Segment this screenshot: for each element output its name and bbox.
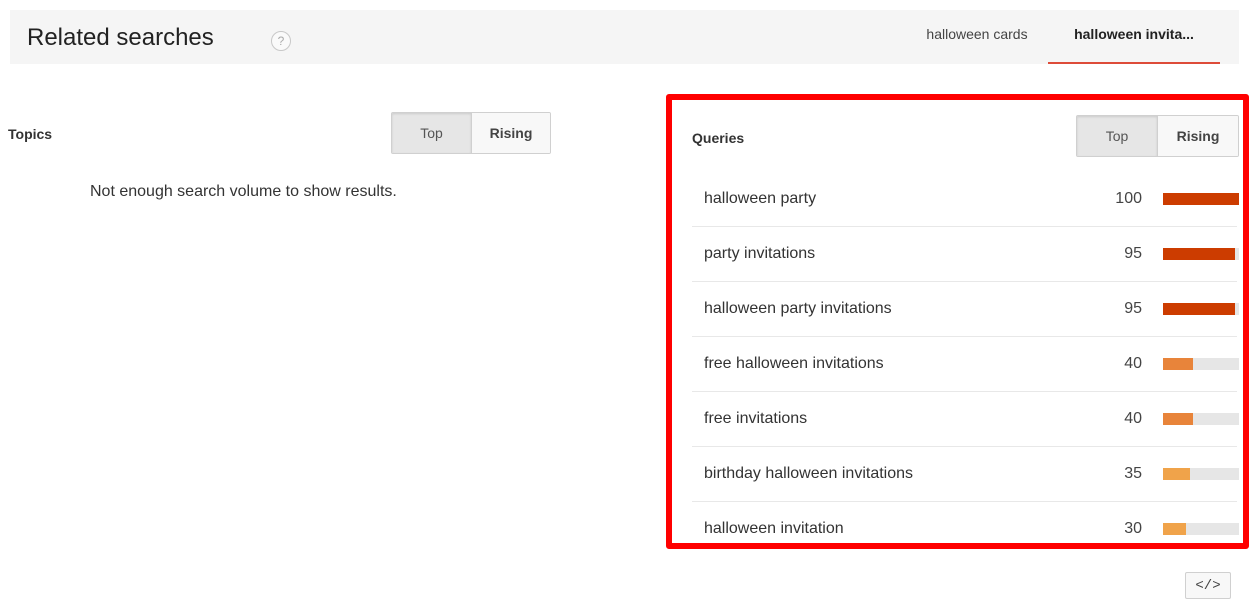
topics-top-button[interactable]: Top <box>392 113 471 153</box>
query-row[interactable]: halloween party invitations 95 <box>692 281 1239 336</box>
query-row[interactable]: free halloween invitations 40 <box>692 336 1239 391</box>
query-label[interactable]: halloween party invitations <box>704 282 892 336</box>
topics-toggle: Top Rising <box>391 112 551 154</box>
tab-halloween-invitations[interactable]: halloween invita... <box>1048 10 1220 64</box>
query-label[interactable]: halloween invitation <box>704 502 844 556</box>
topics-empty-message: Not enough search volume to show results… <box>90 183 397 200</box>
query-value: 40 <box>1124 410 1142 427</box>
query-bar-fill <box>1163 303 1236 315</box>
query-bar-track <box>1163 468 1239 480</box>
query-value: 35 <box>1124 465 1142 482</box>
queries-panel: Queries Top Rising halloween party 100 par… <box>666 94 1249 549</box>
query-label[interactable]: birthday halloween invitations <box>704 447 913 501</box>
query-bar-track <box>1163 358 1239 370</box>
query-value: 40 <box>1124 355 1142 372</box>
query-bar-track <box>1163 193 1239 205</box>
tab-halloween-cards[interactable]: halloween cards <box>910 10 1044 62</box>
question-circle-icon[interactable]: ? <box>271 31 291 51</box>
queries-rising-button[interactable]: Rising <box>1157 116 1238 156</box>
related-searches-header: Related searches ? halloween cards hallo… <box>10 10 1239 64</box>
query-value: 100 <box>1115 190 1142 207</box>
query-bar-fill <box>1163 248 1236 260</box>
query-value: 95 <box>1124 245 1142 262</box>
query-label[interactable]: free invitations <box>704 392 807 446</box>
query-bar-track <box>1163 248 1239 260</box>
query-row[interactable]: halloween party 100 <box>692 172 1239 226</box>
query-label[interactable]: halloween party <box>704 172 816 226</box>
query-row[interactable]: birthday halloween invitations 35 <box>692 446 1239 501</box>
queries-top-button[interactable]: Top <box>1077 116 1157 156</box>
query-label[interactable]: free halloween invitations <box>704 337 884 391</box>
query-value: 95 <box>1124 300 1142 317</box>
queries-list: halloween party 100 party invitations 95 hal… <box>692 172 1239 556</box>
query-bar-fill <box>1163 358 1194 370</box>
topics-rising-button[interactable]: Rising <box>471 113 550 153</box>
query-bar-track <box>1163 413 1239 425</box>
query-bar-track <box>1163 303 1239 315</box>
page-title: Related searches <box>27 24 214 51</box>
query-row[interactable]: party invitations 95 <box>692 226 1239 281</box>
topics-title: Topics <box>8 126 53 142</box>
query-bar-track <box>1163 523 1239 535</box>
query-row[interactable]: halloween invitation 30 <box>692 501 1239 556</box>
query-label[interactable]: party invitations <box>704 227 815 281</box>
query-row[interactable]: free invitations 40 <box>692 391 1239 446</box>
query-bar-fill <box>1163 193 1239 205</box>
queries-toggle: Top Rising <box>1076 115 1239 157</box>
query-bar-fill <box>1163 468 1190 480</box>
embed-code-icon[interactable]: </> <box>1185 572 1231 599</box>
query-bar-fill <box>1163 413 1194 425</box>
queries-title: Queries <box>692 130 745 146</box>
query-bar-fill <box>1163 523 1186 535</box>
query-value: 30 <box>1124 520 1142 537</box>
